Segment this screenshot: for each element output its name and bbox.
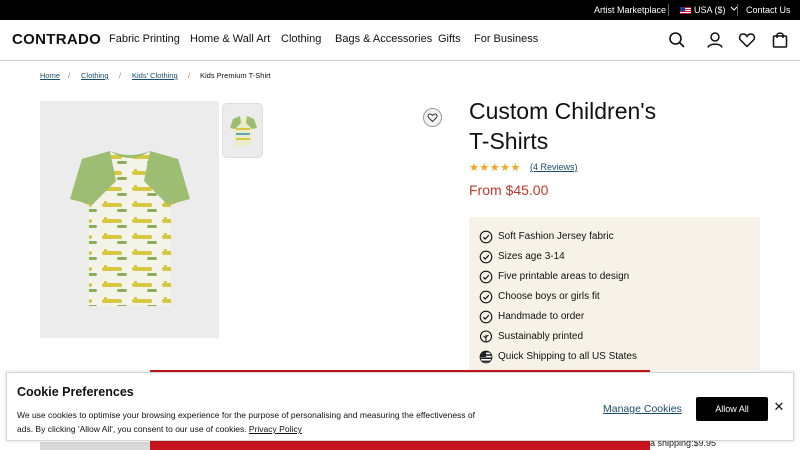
- leaf-icon: [479, 330, 493, 343]
- search-icon[interactable]: [667, 30, 687, 50]
- gallery-thumbnail[interactable]: [40, 442, 150, 450]
- us-flag-icon: [479, 350, 493, 364]
- star-icon: ★: [500, 162, 511, 174]
- bag-icon[interactable]: [770, 30, 790, 50]
- divider: [737, 4, 738, 16]
- promo-strip: [150, 441, 650, 450]
- product-thumbnail[interactable]: [222, 103, 263, 158]
- cookie-description: We use cookies to optimise your browsing…: [17, 408, 487, 436]
- feature-text: Sizes age 3-14: [498, 251, 565, 262]
- logo[interactable]: CONTRADO: [12, 31, 101, 48]
- nav-clothing[interactable]: Clothing: [281, 33, 321, 45]
- check-circle-icon: [479, 250, 493, 264]
- feature-text: Quick Shipping to all US States: [498, 351, 637, 362]
- product-title: Custom Children's T-Shirts: [469, 96, 769, 156]
- wishlist-button[interactable]: [423, 108, 442, 127]
- star-icon: ★: [489, 162, 501, 174]
- currency-selector[interactable]: USA ($): [680, 5, 738, 16]
- feature-text: Handmade to order: [498, 311, 585, 322]
- nav-fabric-printing[interactable]: Fabric Printing: [109, 33, 180, 45]
- check-circle-icon: [479, 310, 493, 324]
- star-icon: ★: [510, 162, 521, 174]
- product-price: From $45.00: [469, 182, 549, 198]
- privacy-policy-link[interactable]: Privacy Policy: [249, 424, 302, 434]
- divider: [668, 4, 669, 16]
- feature-text: Soft Fashion Jersey fabric: [498, 231, 614, 242]
- breadcrumb-kids-clothing[interactable]: Kids' Clothing: [132, 71, 178, 80]
- star-rating: ★★★★★: [469, 161, 521, 174]
- nav-for-business[interactable]: For Business: [474, 33, 538, 45]
- product-main-image[interactable]: [40, 101, 219, 338]
- star-icon: ★: [479, 162, 490, 174]
- check-circle-icon: [479, 270, 493, 284]
- tshirt-thumbnail-illustration: [230, 116, 257, 146]
- reviews-link[interactable]: (4 Reviews): [530, 162, 578, 172]
- breadcrumb-separator: /: [68, 71, 71, 80]
- allow-all-button[interactable]: Allow All: [696, 397, 768, 421]
- feature-text: Five printable areas to design: [498, 271, 630, 282]
- manage-cookies-link[interactable]: Manage Cookies: [603, 403, 682, 415]
- utility-bar: Artist Marketplace USA ($) Contact Us: [0, 0, 800, 20]
- cookie-description-text: We use cookies to optimise your browsing…: [17, 410, 475, 434]
- check-circle-icon: [479, 290, 493, 304]
- feature-text: Choose boys or girls fit: [498, 291, 600, 302]
- tshirt-illustration: [70, 151, 190, 306]
- currency-label: USA ($): [694, 5, 726, 15]
- us-flag-icon: [680, 7, 691, 14]
- breadcrumb-separator: /: [188, 71, 191, 80]
- nav-gifts[interactable]: Gifts: [438, 33, 461, 45]
- breadcrumb-separator: /: [119, 71, 122, 80]
- nav-bags-accessories[interactable]: Bags & Accessories: [335, 33, 432, 45]
- product-title-line-2: T-Shirts: [469, 128, 549, 154]
- breadcrumb-home[interactable]: Home: [40, 71, 60, 80]
- contact-us-link[interactable]: Contact Us: [746, 5, 791, 16]
- cookie-banner: Cookie Preferences We use cookies to opt…: [6, 372, 794, 441]
- cookie-title: Cookie Preferences: [17, 385, 134, 399]
- product-title-line-1: Custom Children's: [469, 98, 657, 124]
- close-icon[interactable]: ✕: [772, 400, 786, 414]
- star-icon: ★: [469, 162, 480, 174]
- account-icon[interactable]: [705, 30, 725, 50]
- nav-home-wall-art[interactable]: Home & Wall Art: [190, 33, 270, 45]
- check-circle-icon: [479, 230, 493, 244]
- features-panel: Soft Fashion Jersey fabric Sizes age 3-1…: [469, 217, 760, 370]
- artist-marketplace-link[interactable]: Artist Marketplace: [594, 5, 666, 16]
- heart-icon: [427, 113, 438, 123]
- main-navigation: CONTRADO Fabric Printing Home & Wall Art…: [0, 20, 800, 61]
- breadcrumb-clothing[interactable]: Clothing: [81, 71, 109, 80]
- feature-text: Sustainably printed: [498, 331, 584, 342]
- breadcrumb-current: Kids Premium T-Shirt: [200, 71, 271, 80]
- heart-icon[interactable]: [737, 30, 757, 50]
